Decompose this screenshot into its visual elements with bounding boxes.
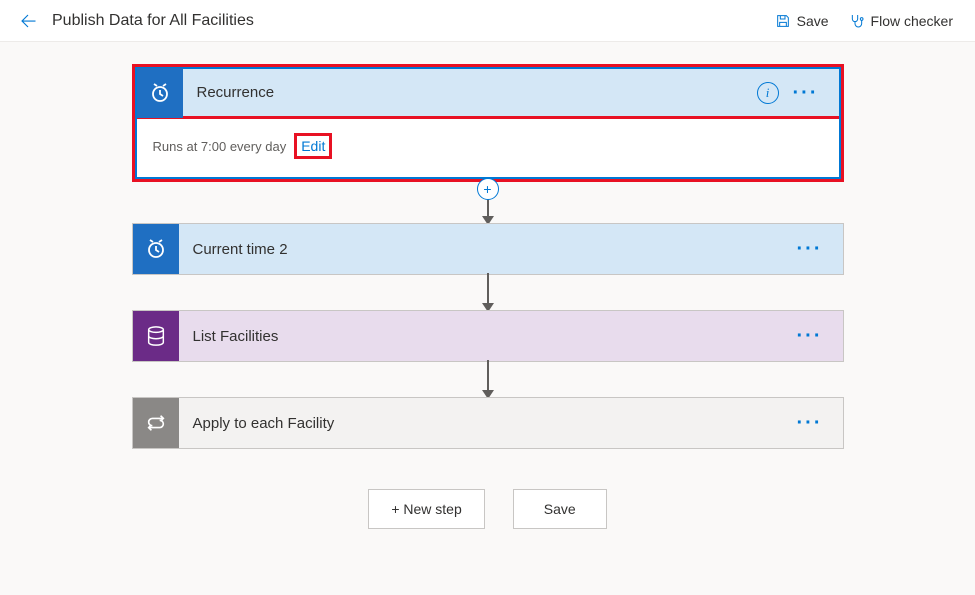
save-button[interactable]: Save (513, 489, 607, 529)
save-icon (775, 13, 791, 29)
step-list-facilities[interactable]: List Facilities ··· (132, 310, 844, 362)
info-icon[interactable]: i (757, 82, 779, 104)
save-command[interactable]: Save (765, 7, 839, 35)
recurrence-title: Recurrence (183, 84, 757, 101)
stethoscope-icon (849, 13, 865, 29)
connector-1: + (477, 182, 499, 223)
step-menu-button[interactable]: ··· (791, 322, 829, 350)
recurrence-body: Runs at 7:00 every day Edit (137, 119, 839, 177)
flow-canvas: Recurrence i ··· Runs at 7:00 every day … (0, 42, 975, 529)
back-button[interactable] (12, 5, 44, 37)
connector-2 (482, 275, 494, 310)
connector-line (487, 198, 489, 216)
top-toolbar: Publish Data for All Facilities Save Flo… (0, 0, 975, 42)
step-menu-button[interactable]: ··· (791, 235, 829, 263)
connector-line (487, 360, 489, 390)
arrow-left-icon (19, 12, 37, 30)
recurrence-card-highlight: Recurrence i ··· Runs at 7:00 every day … (132, 64, 844, 182)
recurrence-summary: Runs at 7:00 every day (153, 139, 287, 154)
clock-icon (133, 224, 179, 274)
new-step-button[interactable]: + New step (368, 489, 484, 529)
clock-icon (137, 68, 183, 118)
step-title: Apply to each Facility (179, 415, 791, 432)
step-apply-to-each[interactable]: Apply to each Facility ··· (132, 397, 844, 449)
step-title: Current time 2 (179, 241, 791, 258)
save-command-label: Save (797, 13, 829, 29)
step-title: List Facilities (179, 328, 791, 345)
insert-step-button[interactable]: + (477, 178, 499, 200)
recurrence-menu-button[interactable]: ··· (787, 79, 825, 107)
step-menu-button[interactable]: ··· (791, 409, 829, 437)
recurrence-header[interactable]: Recurrence i ··· (137, 69, 839, 119)
recurrence-card[interactable]: Recurrence i ··· Runs at 7:00 every day … (135, 67, 841, 179)
database-icon (133, 311, 179, 361)
flow-checker-label: Flow checker (871, 13, 953, 29)
connector-3 (482, 362, 494, 397)
recurrence-edit-link[interactable]: Edit (294, 133, 332, 159)
flow-checker-command[interactable]: Flow checker (839, 7, 963, 35)
page-title: Publish Data for All Facilities (52, 12, 254, 30)
connector-line (487, 273, 489, 303)
step-current-time[interactable]: Current time 2 ··· (132, 223, 844, 275)
bottom-buttons: + New step Save (368, 489, 606, 529)
loop-icon (133, 398, 179, 448)
